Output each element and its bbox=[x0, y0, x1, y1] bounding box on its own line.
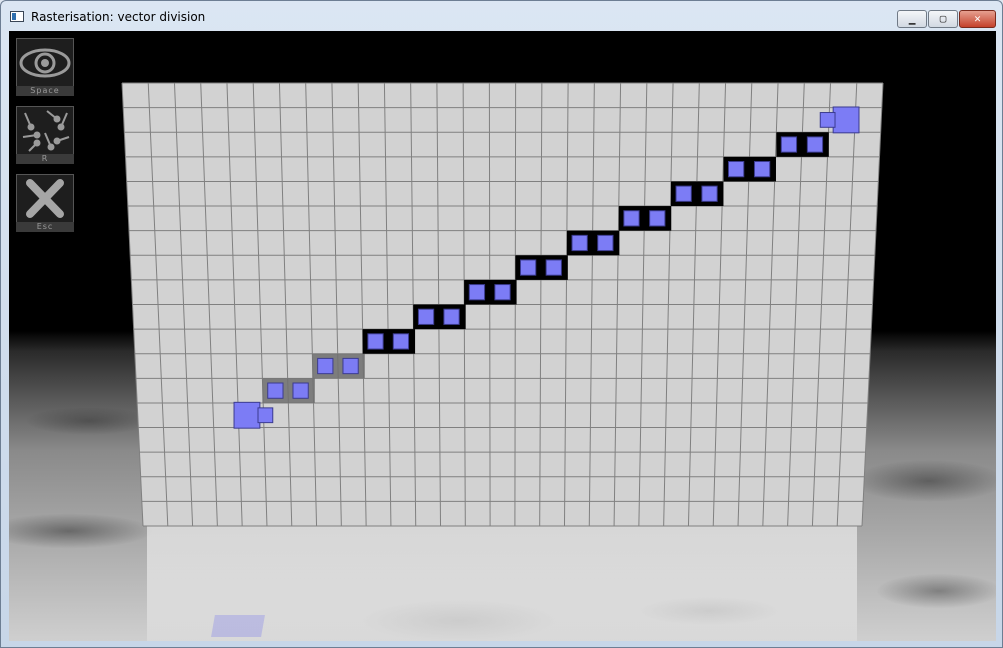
pixel-cube bbox=[753, 161, 771, 178]
exit-button[interactable] bbox=[16, 174, 74, 223]
pixel-cube bbox=[494, 284, 511, 301]
pixel-cube bbox=[649, 210, 666, 227]
randomize-button[interactable] bbox=[16, 106, 74, 155]
pixel-cube bbox=[342, 357, 359, 375]
pixel-cube bbox=[545, 259, 562, 276]
pixel-cube bbox=[417, 308, 435, 325]
app-window: Rasterisation: vector division ▁ ▢ ✕ Spa… bbox=[0, 0, 1003, 648]
randomize-key-label: R bbox=[16, 154, 74, 164]
view-toggle-button[interactable] bbox=[16, 38, 74, 87]
pixel-cube bbox=[520, 259, 537, 276]
view-toggle-key-label: Space bbox=[16, 86, 74, 96]
maximize-button[interactable]: ▢ bbox=[928, 10, 958, 28]
pixel-cube bbox=[780, 136, 798, 153]
pixel-cube bbox=[571, 234, 588, 252]
pixel-cube bbox=[367, 333, 384, 350]
app-icon bbox=[10, 11, 24, 22]
scatter-vectors-icon bbox=[22, 110, 70, 152]
pixel-cube bbox=[728, 161, 745, 178]
pixel-cube bbox=[443, 308, 460, 325]
pixel-cube bbox=[392, 333, 410, 350]
title-bar[interactable]: Rasterisation: vector division ▁ ▢ ✕ bbox=[1, 1, 1002, 31]
pixel-cube bbox=[267, 382, 284, 399]
endpoint-cube-small bbox=[819, 112, 836, 128]
pixel-cube bbox=[623, 210, 640, 227]
pixel-cube bbox=[468, 284, 486, 301]
pixel-cube bbox=[317, 357, 334, 375]
pixel-cube bbox=[806, 136, 824, 153]
exit-key-label: Esc bbox=[16, 222, 74, 232]
render-viewport[interactable]: Space R Esc bbox=[9, 31, 996, 641]
minimize-button[interactable]: ▁ bbox=[897, 10, 927, 28]
endpoint-cube-small bbox=[257, 407, 274, 424]
close-x-icon bbox=[26, 179, 64, 218]
eye-icon bbox=[19, 48, 71, 78]
pixel-cube bbox=[292, 382, 309, 399]
window-title: Rasterisation: vector division bbox=[31, 10, 206, 24]
endpoint-cube[interactable] bbox=[233, 401, 261, 429]
pixel-cube bbox=[597, 234, 614, 252]
pixel-cube bbox=[675, 185, 692, 202]
raster-grid bbox=[121, 82, 884, 527]
pixel-cube bbox=[701, 185, 718, 202]
close-button[interactable]: ✕ bbox=[959, 10, 996, 28]
endpoint-cube[interactable] bbox=[832, 106, 860, 134]
